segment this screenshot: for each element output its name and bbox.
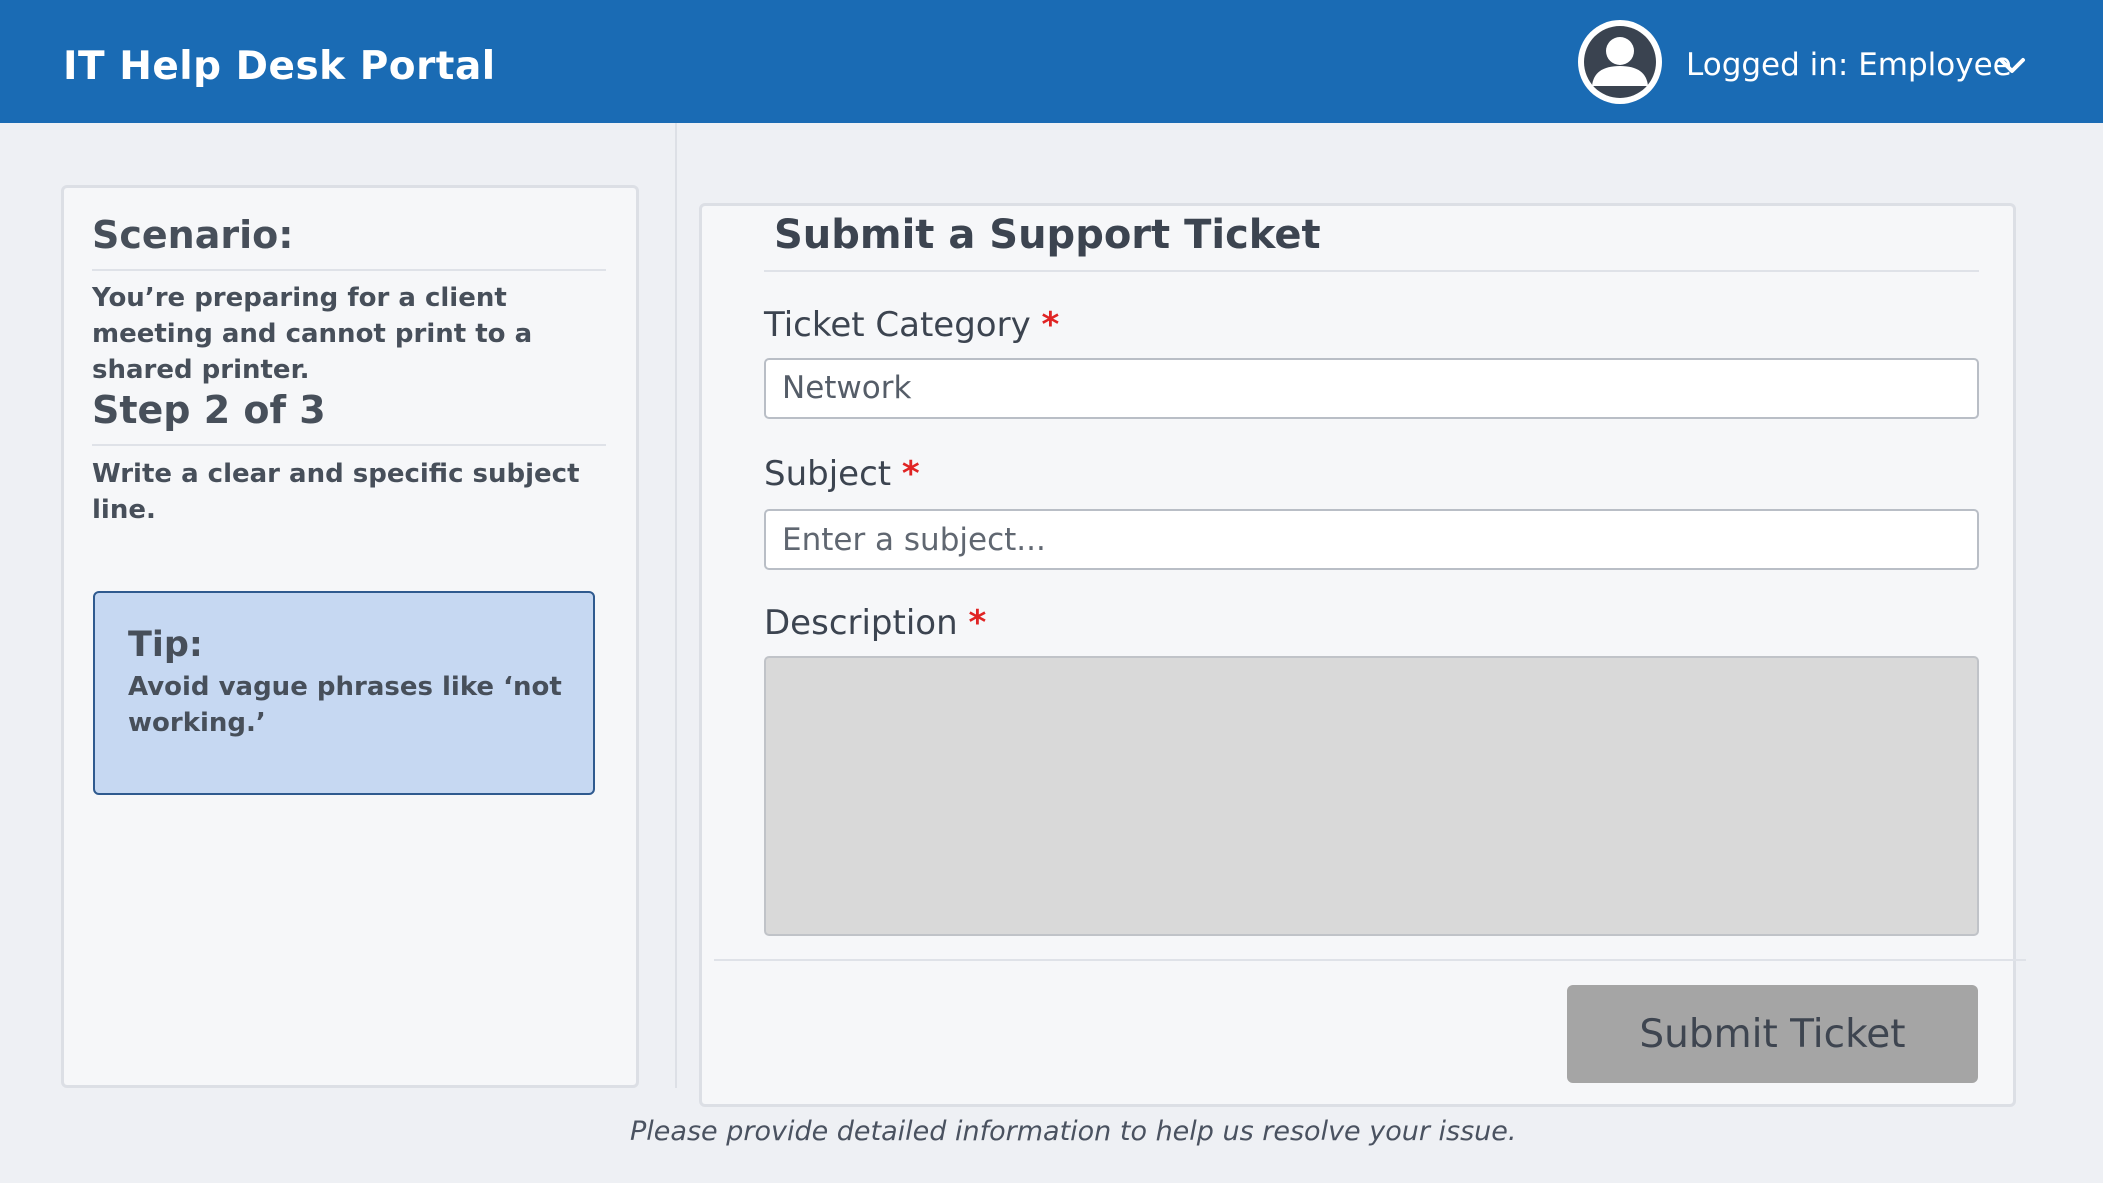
required-marker: *: [1041, 305, 1060, 345]
footer-note: Please provide detailed information to h…: [630, 1116, 1517, 1147]
divider: [714, 959, 2026, 961]
scenario-text: You’re preparing for a client meeting an…: [92, 283, 533, 385]
tip-title: Tip:: [128, 625, 203, 665]
step-indicator: Step 2 of 3: [92, 388, 326, 432]
submit-ticket-button[interactable]: Submit Ticket: [1567, 985, 1978, 1083]
subject-label: Subject *: [764, 454, 920, 494]
description-textarea[interactable]: [764, 656, 1979, 936]
column-divider: [675, 123, 677, 1088]
description-label-text: Description: [764, 603, 958, 643]
chevron-down-icon[interactable]: [1997, 54, 2027, 78]
subject-label-text: Subject: [764, 454, 892, 494]
category-field[interactable]: Network: [764, 358, 1979, 419]
user-avatar-icon[interactable]: [1578, 20, 1662, 104]
app-header: IT Help Desk Portal Logged in: Employee: [0, 0, 2103, 123]
form-title: Submit a Support Ticket: [774, 212, 1321, 258]
user-menu-label[interactable]: Logged in: Employee: [1686, 47, 2012, 83]
category-label-text: Ticket Category: [764, 305, 1031, 345]
step-instruction: Write a clear and specific subject line.: [92, 459, 580, 525]
divider: [92, 444, 606, 446]
tip-text: Avoid vague phrases like ‘not working.’: [128, 672, 562, 738]
description-label: Description *: [764, 603, 986, 643]
category-label: Ticket Category *: [764, 305, 1059, 345]
required-marker: *: [968, 603, 987, 643]
divider: [764, 270, 1979, 272]
divider: [92, 269, 606, 271]
required-marker: *: [901, 454, 920, 494]
app-title: IT Help Desk Portal: [63, 44, 496, 89]
subject-input[interactable]: [764, 509, 1979, 570]
scenario-heading: Scenario:: [92, 213, 294, 257]
